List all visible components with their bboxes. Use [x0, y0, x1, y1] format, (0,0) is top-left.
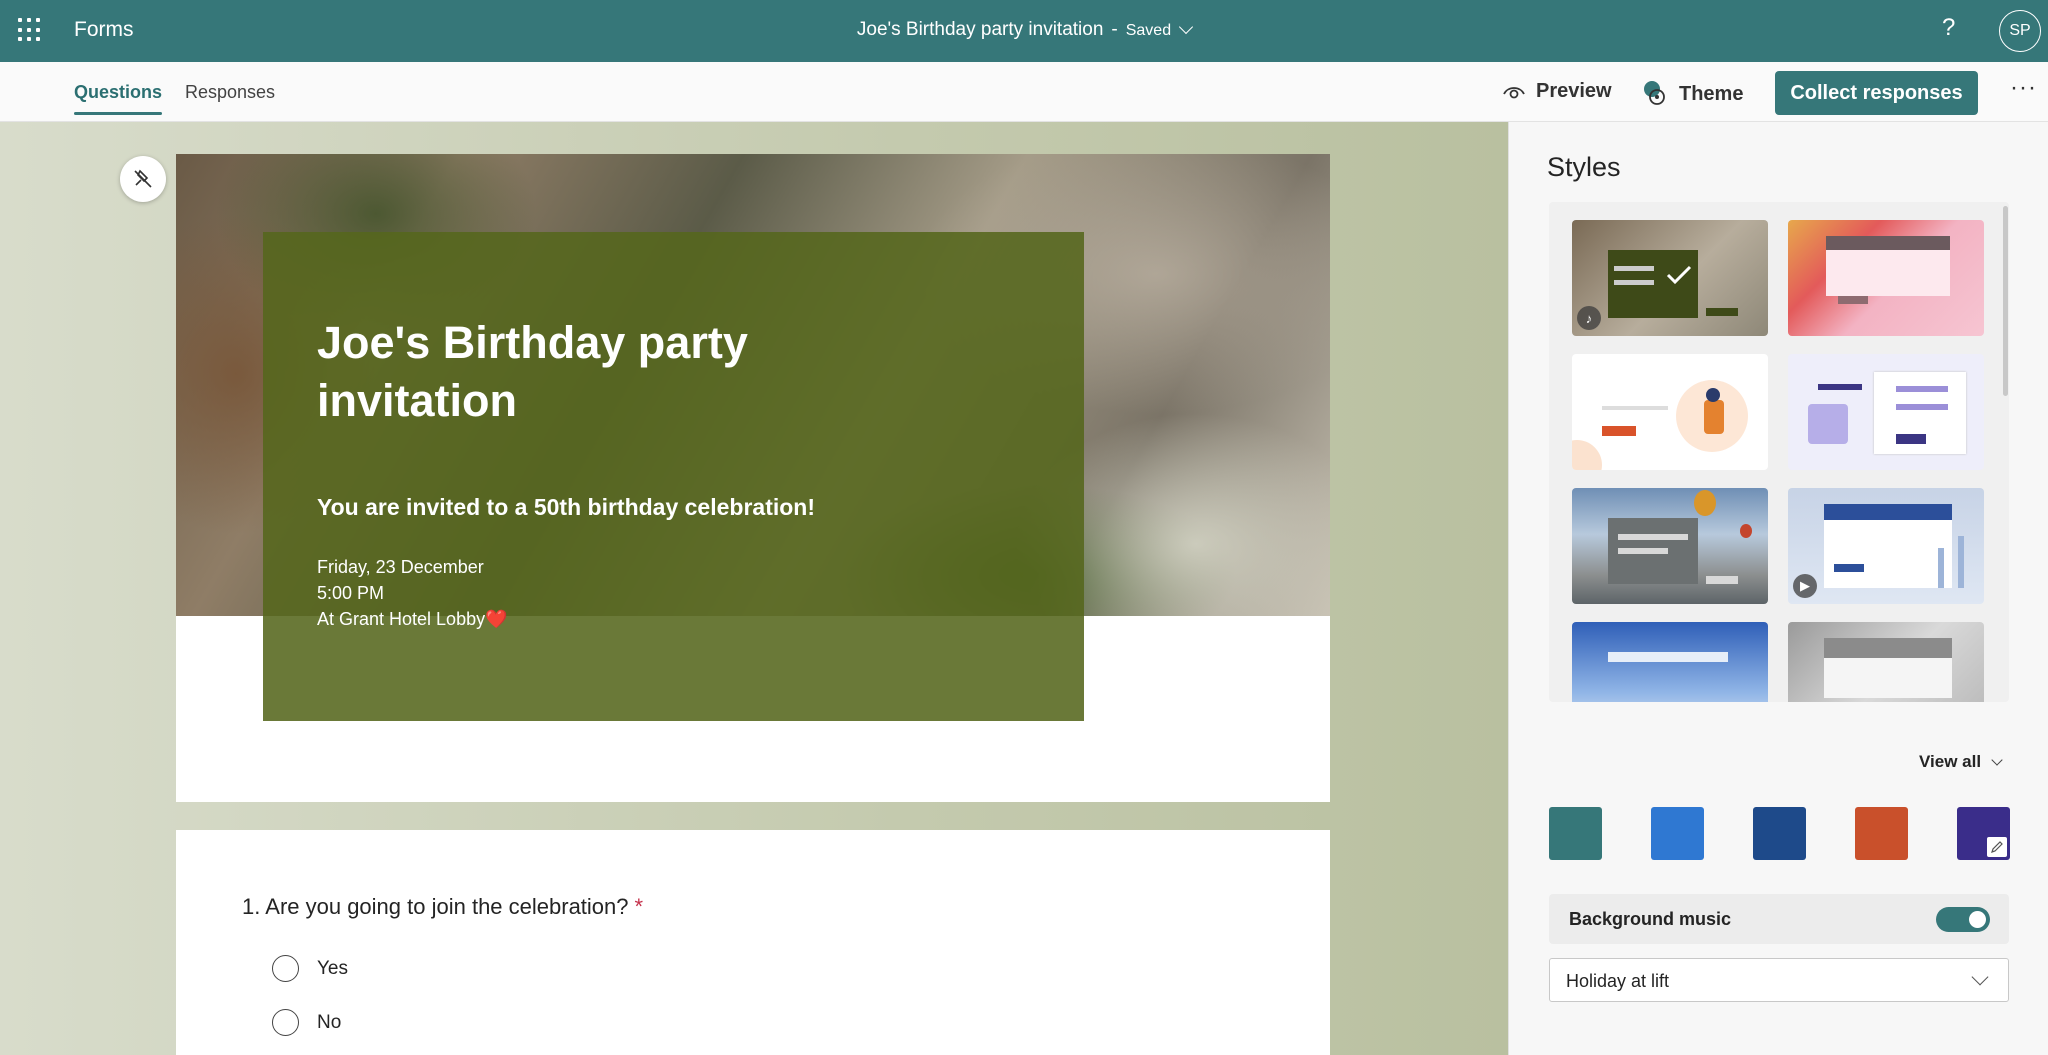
question-text: Are you going to join the celebration?	[265, 894, 629, 919]
chevron-down-icon	[1971, 968, 1989, 986]
preview-button[interactable]: Preview	[1502, 80, 1612, 103]
question-title: 1. Are you going to join the celebration…	[242, 894, 643, 920]
music-selection: Holiday at lift	[1566, 971, 1670, 991]
radio-button[interactable]	[272, 955, 299, 982]
color-swatch-teal[interactable]	[1549, 807, 1602, 860]
top-bar: Forms Joe's Birthday party invitation - Sa…	[0, 0, 2048, 62]
checkmark-icon	[1666, 265, 1692, 285]
collect-responses-button[interactable]: Collect responses	[1775, 71, 1978, 115]
required-marker: *	[634, 894, 644, 919]
option-label: No	[317, 1011, 342, 1033]
color-swatch-custom[interactable]	[1957, 807, 2010, 860]
heart-icon: ❤️	[485, 609, 508, 629]
title-separator: -	[1111, 19, 1118, 40]
color-swatch-navy[interactable]	[1753, 807, 1806, 860]
unpin-icon[interactable]	[120, 156, 166, 202]
event-time: 5:00 PM	[317, 583, 385, 603]
music-note-icon: ♪	[1577, 306, 1601, 330]
palette-icon	[1644, 81, 1665, 105]
style-gallery: ♪ ▶	[1549, 202, 2009, 702]
event-date: Friday, 23 December	[317, 557, 484, 577]
title-panel: Joe's Birthday party invitation You are …	[263, 232, 1084, 721]
question-number: 1.	[242, 894, 261, 919]
form-header-card: Joe's Birthday party invitation You are …	[176, 154, 1330, 802]
more-options-icon[interactable]: ···	[2010, 74, 2037, 102]
style-thumbnail-balloons[interactable]	[1572, 488, 1768, 604]
preview-label: Preview	[1536, 80, 1612, 102]
style-thumbnail-illustration-purple[interactable]	[1788, 354, 1984, 470]
eye-icon	[1503, 86, 1525, 98]
view-all-label: View all	[1919, 752, 1982, 771]
background-music-label: Background music	[1569, 909, 1732, 929]
form-canvas: Joe's Birthday party invitation You are …	[0, 122, 1508, 1055]
styles-title: Styles	[1547, 152, 1621, 182]
edit-pencil-icon[interactable]	[1987, 837, 2007, 857]
option-yes[interactable]: Yes	[272, 955, 348, 982]
style-thumbnail-winter[interactable]	[1572, 622, 1768, 702]
form-description[interactable]: Friday, 23 December 5:00 PM At Grant Hot…	[317, 554, 508, 632]
theme-button[interactable]: Theme	[1643, 80, 1743, 108]
event-location: At Grant Hotel Lobby	[317, 609, 486, 629]
color-swatch-blue[interactable]	[1651, 807, 1704, 860]
form-subtitle[interactable]: You are invited to a 50th birthday celeb…	[317, 494, 815, 521]
chevron-down-icon	[1991, 754, 2003, 766]
question-card[interactable]: 1. Are you going to join the celebration…	[176, 830, 1330, 1055]
radio-button[interactable]	[272, 1009, 299, 1036]
save-status: Saved	[1125, 22, 1172, 39]
document-title[interactable]: Joe's Birthday party invitation	[857, 19, 1104, 40]
option-label: Yes	[317, 957, 348, 979]
theme-label: Theme	[1679, 82, 1744, 105]
tab-responses[interactable]: Responses	[185, 82, 275, 103]
style-thumbnail-flowers[interactable]	[1788, 220, 1984, 336]
background-music-toggle[interactable]	[1936, 907, 1990, 932]
music-dropdown[interactable]: Holiday at lift	[1549, 958, 2009, 1002]
avatar[interactable]: SP	[1999, 10, 2041, 52]
color-swatch-orange[interactable]	[1855, 807, 1908, 860]
document-title-bar[interactable]: Joe's Birthday party invitation - Saved	[0, 19, 2048, 41]
tab-bar: Questions Responses Preview Theme Collec…	[0, 62, 2048, 122]
style-thumbnail-gray-branches[interactable]	[1788, 622, 1984, 702]
tab-questions[interactable]: Questions	[74, 82, 163, 115]
style-thumbnail-blue-chart[interactable]: ▶	[1788, 488, 1984, 604]
video-play-icon: ▶	[1793, 574, 1817, 598]
styles-pane: Styles ♪ ▶ View all Background music Hol…	[1508, 122, 2048, 1055]
gallery-scrollbar[interactable]	[2003, 206, 2008, 396]
option-no[interactable]: No	[272, 1009, 341, 1036]
background-music-row: Background music	[1549, 894, 2009, 944]
chevron-down-icon[interactable]	[1179, 19, 1194, 35]
view-all-button[interactable]: View all	[1919, 752, 2003, 772]
form-title[interactable]: Joe's Birthday party invitation	[317, 314, 877, 430]
style-thumbnail-dinner[interactable]: ♪	[1572, 220, 1768, 336]
style-thumbnail-illustration-orange[interactable]	[1572, 354, 1768, 470]
event-location-line: At Grant Hotel Lobby❤️	[317, 606, 508, 632]
help-icon[interactable]: ?	[1942, 14, 1955, 42]
